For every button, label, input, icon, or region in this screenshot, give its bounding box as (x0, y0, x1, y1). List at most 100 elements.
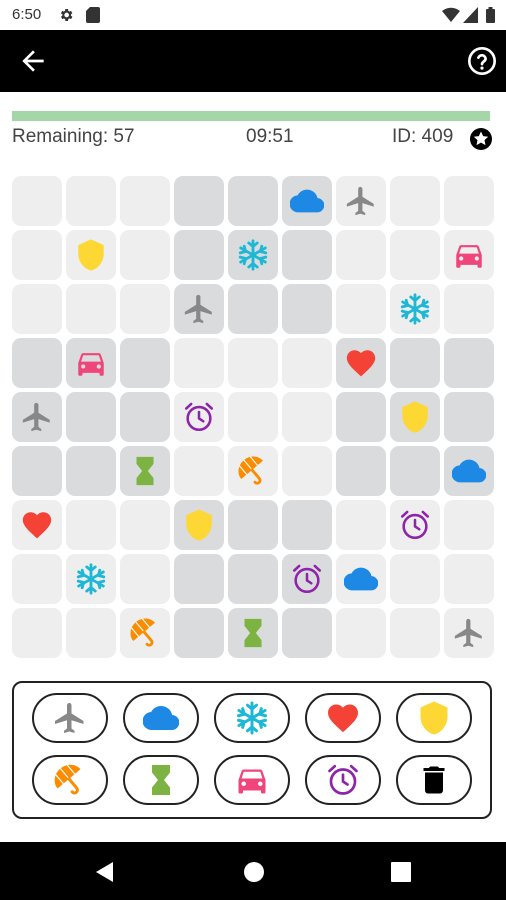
board-cell[interactable] (66, 284, 116, 334)
board-cell[interactable] (228, 176, 278, 226)
board-cell[interactable] (282, 446, 332, 496)
board-cell[interactable] (336, 554, 386, 604)
board-cell[interactable] (336, 608, 386, 658)
board-cell[interactable] (444, 392, 494, 442)
board-cell[interactable] (174, 338, 224, 388)
board-cell[interactable] (174, 608, 224, 658)
board-cell[interactable] (444, 284, 494, 334)
board-cell[interactable] (282, 284, 332, 334)
palette-hourglass-button[interactable] (123, 755, 199, 805)
board-cell[interactable] (66, 338, 116, 388)
board-cell[interactable] (174, 446, 224, 496)
board-cell[interactable] (174, 500, 224, 550)
board-cell[interactable] (444, 554, 494, 604)
board-cell[interactable] (12, 338, 62, 388)
board-cell[interactable] (336, 500, 386, 550)
board-cell[interactable] (390, 176, 440, 226)
board-cell[interactable] (228, 500, 278, 550)
board-cell[interactable] (66, 446, 116, 496)
board-cell[interactable] (228, 230, 278, 280)
palette-alarm-button[interactable] (305, 755, 381, 805)
board-cell[interactable] (444, 608, 494, 658)
board-cell[interactable] (120, 338, 170, 388)
board-cell[interactable] (12, 392, 62, 442)
board-cell[interactable] (174, 284, 224, 334)
board-cell[interactable] (444, 230, 494, 280)
board-cell[interactable] (174, 230, 224, 280)
board-cell[interactable] (66, 176, 116, 226)
board-cell[interactable] (12, 176, 62, 226)
board-cell[interactable] (282, 554, 332, 604)
board-cell[interactable] (120, 608, 170, 658)
board-cell[interactable] (120, 446, 170, 496)
board-cell[interactable] (66, 500, 116, 550)
board-cell[interactable] (444, 446, 494, 496)
board-cell[interactable] (282, 392, 332, 442)
recents-square-icon[interactable] (389, 860, 413, 884)
board-cell[interactable] (336, 230, 386, 280)
board-cell[interactable] (228, 608, 278, 658)
board-cell[interactable] (12, 554, 62, 604)
board-cell[interactable] (12, 284, 62, 334)
palette-car-button[interactable] (214, 755, 290, 805)
board-cell[interactable] (390, 554, 440, 604)
board-cell[interactable] (12, 446, 62, 496)
board-cell[interactable] (228, 392, 278, 442)
board-cell[interactable] (228, 446, 278, 496)
home-circle-icon[interactable] (242, 860, 266, 884)
board-cell[interactable] (120, 392, 170, 442)
board-cell[interactable] (174, 392, 224, 442)
board-cell[interactable] (444, 500, 494, 550)
board-cell[interactable] (228, 284, 278, 334)
arrow-back-icon[interactable] (17, 45, 49, 77)
help-circle-icon[interactable] (466, 45, 498, 77)
board-cell[interactable] (12, 230, 62, 280)
board-cell[interactable] (120, 230, 170, 280)
board-cell[interactable] (390, 392, 440, 442)
board-cell[interactable] (444, 338, 494, 388)
palette-snowflake-button[interactable] (214, 693, 290, 743)
board-cell[interactable] (12, 608, 62, 658)
plane-icon (344, 184, 378, 218)
board-cell[interactable] (120, 554, 170, 604)
board-cell[interactable] (282, 230, 332, 280)
back-triangle-icon[interactable] (93, 860, 117, 884)
board-cell[interactable] (390, 446, 440, 496)
board-cell[interactable] (390, 284, 440, 334)
board-cell[interactable] (390, 230, 440, 280)
board-cell[interactable] (390, 338, 440, 388)
board-cell[interactable] (336, 392, 386, 442)
board-cell[interactable] (120, 284, 170, 334)
board-cell[interactable] (282, 608, 332, 658)
board-cell[interactable] (282, 176, 332, 226)
board-cell[interactable] (66, 608, 116, 658)
board-cell[interactable] (336, 338, 386, 388)
board-cell[interactable] (120, 176, 170, 226)
board-cell[interactable] (174, 554, 224, 604)
board-cell[interactable] (66, 554, 116, 604)
star-badge-icon[interactable] (469, 127, 493, 151)
board-cell[interactable] (174, 176, 224, 226)
palette-plane-button[interactable] (32, 693, 108, 743)
palette-shield-button[interactable] (396, 693, 472, 743)
board-cell[interactable] (66, 230, 116, 280)
plane-icon (52, 700, 88, 736)
palette-cloud-button[interactable] (123, 693, 199, 743)
board-cell[interactable] (282, 338, 332, 388)
palette-heart-button[interactable] (305, 693, 381, 743)
board-cell[interactable] (120, 500, 170, 550)
palette-trash-button[interactable] (396, 755, 472, 805)
board-cell[interactable] (228, 338, 278, 388)
board-cell[interactable] (12, 500, 62, 550)
board-cell[interactable] (66, 392, 116, 442)
board-cell[interactable] (390, 608, 440, 658)
board-cell[interactable] (228, 554, 278, 604)
board-cell[interactable] (336, 284, 386, 334)
board-cell[interactable] (390, 500, 440, 550)
board-cell[interactable] (282, 500, 332, 550)
palette-umbrella-button[interactable] (32, 755, 108, 805)
board-cell[interactable] (336, 446, 386, 496)
board-cell[interactable] (336, 176, 386, 226)
car-icon (234, 762, 270, 798)
board-cell[interactable] (444, 176, 494, 226)
